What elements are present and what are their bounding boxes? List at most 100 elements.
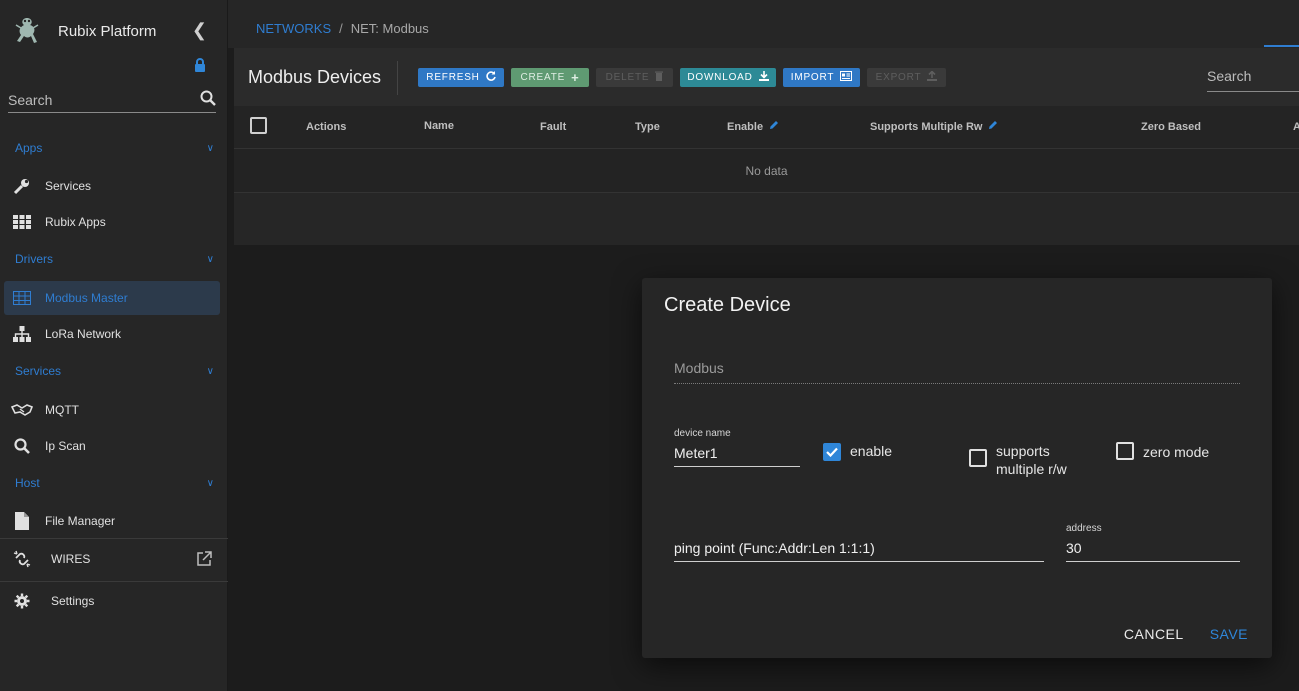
trash-icon — [655, 71, 664, 84]
edit-pencil-icon[interactable] — [988, 120, 998, 133]
section-label: Drivers — [15, 252, 53, 266]
ping-point-input[interactable]: ping point (Func:Addr:Len 1:1:1) — [674, 540, 1044, 562]
section-label: Host — [15, 476, 40, 490]
sidebar-item-label: Ip Scan — [45, 439, 86, 453]
sidebar: Rubix Platform ❮ Search Apps ∨ Services … — [0, 0, 228, 691]
checkbox-unchecked-icon — [969, 449, 987, 467]
sidebar-item-label: MQTT — [45, 403, 79, 417]
collapse-sidebar-icon[interactable]: ❮ — [192, 20, 207, 41]
sidebar-item-label: Modbus Master — [45, 291, 128, 305]
create-button[interactable]: CREATE + — [511, 68, 589, 87]
chevron-down-icon: ∨ — [206, 477, 214, 489]
breadcrumb: NETWORKS / NET: Modbus — [256, 21, 429, 36]
table-icon — [8, 291, 36, 305]
dialog-actions: CANCEL SAVE — [1124, 626, 1248, 642]
frog-logo-icon — [10, 14, 44, 48]
page-title: Modbus Devices — [248, 67, 382, 87]
address-input[interactable]: 30 — [1066, 540, 1240, 562]
sidebar-section-drivers[interactable]: Drivers ∨ — [0, 245, 228, 273]
cancel-button[interactable]: CANCEL — [1124, 626, 1184, 642]
sidebar-item-wires[interactable]: WIRES — [4, 542, 220, 576]
brand: Rubix Platform ❮ — [0, 0, 227, 62]
table-search-input[interactable]: Search — [1207, 68, 1299, 92]
sidebar-item-label: File Manager — [45, 514, 116, 528]
sidebar-item-modbus-master[interactable]: Modbus Master — [4, 281, 220, 315]
delete-button[interactable]: DELETE — [596, 68, 673, 87]
sidebar-item-ip-scan[interactable]: Ip Scan — [4, 429, 220, 463]
brand-title: Rubix Platform — [58, 22, 157, 40]
section-label: Apps — [15, 141, 43, 155]
divider — [0, 581, 228, 582]
table-header: Actions Name Fault Type Enable Supports … — [234, 106, 1299, 149]
upload-icon — [927, 70, 938, 84]
zero-mode-checkbox[interactable]: zero mode — [1116, 442, 1209, 460]
grid-icon — [8, 215, 36, 229]
gear-icon — [8, 593, 36, 609]
top-bar: NETWORKS / NET: Modbus — [228, 0, 1299, 48]
column-header-actions: Actions — [306, 121, 347, 133]
download-button[interactable]: DOWNLOAD — [680, 68, 776, 87]
supports-multiple-rw-label: supports multiple r/w — [996, 443, 1067, 477]
network-tree-icon — [8, 326, 36, 342]
column-header-type[interactable]: Type — [635, 121, 660, 133]
import-icon — [840, 71, 853, 84]
handshake-icon — [8, 403, 36, 417]
column-header-fault[interactable]: Fault — [540, 121, 566, 133]
button-label: CREATE — [520, 72, 566, 83]
breadcrumb-separator: / — [339, 21, 343, 36]
refresh-icon — [486, 71, 496, 84]
sidebar-section-host[interactable]: Host ∨ — [0, 469, 228, 497]
column-header-supports-multiple-rw[interactable]: Supports Multiple Rw — [870, 120, 998, 133]
sidebar-item-lora-network[interactable]: LoRa Network — [4, 317, 220, 351]
checkbox-unchecked-icon — [1116, 442, 1134, 460]
button-label: DELETE — [605, 72, 650, 83]
chevron-down-icon: ∨ — [206, 365, 214, 377]
tab-indicator — [1264, 45, 1299, 47]
edit-pencil-icon[interactable] — [769, 120, 779, 133]
refresh-button[interactable]: REFRESH — [418, 68, 504, 87]
wrench-icon — [8, 177, 36, 195]
section-label: Services — [15, 364, 62, 378]
sidebar-section-apps[interactable]: Apps ∨ — [0, 134, 228, 162]
export-button[interactable]: EXPORT — [867, 68, 946, 87]
divider — [397, 61, 398, 95]
external-link-icon[interactable] — [196, 551, 212, 570]
breadcrumb-current: NET: Modbus — [350, 21, 429, 36]
column-header-zero-based[interactable]: Zero Based — [1141, 121, 1201, 133]
device-name-label: device name — [674, 428, 731, 439]
save-button[interactable]: SAVE — [1210, 626, 1248, 642]
sidebar-search-input[interactable]: Search — [8, 92, 52, 108]
lock-icon[interactable] — [194, 58, 206, 77]
sidebar-item-services[interactable]: Services — [4, 169, 220, 203]
download-icon — [758, 71, 769, 84]
create-device-dialog: Create Device Modbus device name Meter1 … — [642, 278, 1272, 658]
column-header-a[interactable]: A — [1293, 121, 1299, 133]
zero-mode-label: zero mode — [1143, 444, 1210, 460]
button-label: REFRESH — [426, 72, 480, 83]
sidebar-item-label: Services — [45, 179, 92, 193]
enable-checkbox[interactable]: enable — [823, 443, 892, 461]
plus-icon: + — [571, 70, 580, 85]
chevron-down-icon: ∨ — [206, 142, 214, 154]
search-icon[interactable] — [200, 90, 216, 111]
devices-toolbar: Modbus Devices REFRESH CREATE + DELETE D… — [234, 48, 1299, 106]
device-name-input[interactable]: Meter1 — [674, 445, 800, 467]
breadcrumb-networks-link[interactable]: NETWORKS — [256, 21, 331, 36]
broken-link-icon — [8, 550, 36, 568]
sidebar-item-mqtt[interactable]: MQTT — [4, 393, 220, 427]
dialog-title: Create Device — [664, 294, 791, 316]
select-all-checkbox[interactable] — [250, 117, 267, 134]
button-label: DOWNLOAD — [687, 72, 753, 83]
address-label: address — [1066, 523, 1102, 534]
sidebar-item-rubix-apps[interactable]: Rubix Apps — [4, 205, 220, 239]
column-header-name[interactable]: Name — [424, 120, 454, 132]
sidebar-item-file-manager[interactable]: File Manager — [4, 504, 220, 538]
supports-multiple-rw-checkbox[interactable]: supports multiple r/w — [969, 442, 1067, 478]
import-button[interactable]: IMPORT — [783, 68, 860, 87]
column-header-enable[interactable]: Enable — [727, 120, 779, 133]
sidebar-item-label: Rubix Apps — [45, 215, 106, 229]
sidebar-search[interactable]: Search — [8, 88, 216, 113]
sidebar-section-services[interactable]: Services ∨ — [0, 357, 228, 385]
button-label: EXPORT — [875, 72, 922, 83]
sidebar-item-settings[interactable]: Settings — [4, 584, 220, 618]
